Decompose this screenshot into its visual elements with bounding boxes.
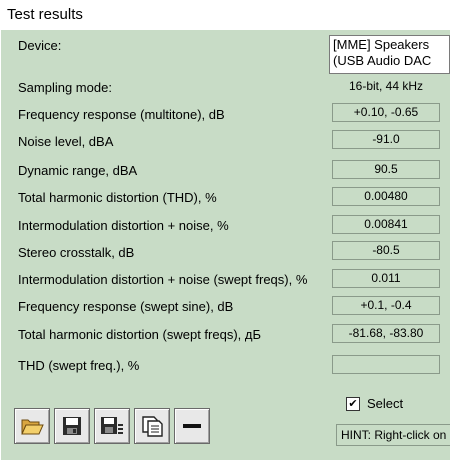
copy-button[interactable]	[134, 408, 170, 444]
row-value-imd-noise-swept: 0.011	[332, 269, 440, 288]
hint-text: HINT: Right-click on	[341, 428, 447, 442]
row-label-sampling-mode: Sampling mode:	[18, 80, 112, 95]
row-label-dynamic-range: Dynamic range, dBA	[18, 163, 138, 178]
save-report-icon	[101, 417, 123, 434]
row-value-sampling-mode: 16-bit, 44 kHz	[332, 77, 440, 96]
row-label-noise-level: Noise level, dBA	[18, 134, 114, 149]
remove-button[interactable]	[174, 408, 210, 444]
open-button[interactable]	[14, 408, 50, 444]
window-title: Test results	[7, 6, 83, 23]
row-label-stereo-crosstalk: Stereo crosstalk, dB	[18, 245, 135, 260]
row-value-dynamic-range: 90.5	[332, 160, 440, 179]
row-value-thd-swept: -81.68, -83.80	[332, 324, 440, 343]
select-label: Select	[367, 396, 404, 411]
title-bar: Test results	[0, 0, 450, 30]
row-label-imd-noise-swept: Intermodulation distortion + noise (swep…	[18, 272, 308, 287]
save-button[interactable]	[54, 408, 90, 444]
row-value-freq-response-multitone: +0.10, -0.65	[332, 103, 440, 122]
row-label-freq-response-multitone: Frequency response (multitone), dB	[18, 107, 225, 122]
row-label-imd-noise: Intermodulation distortion + noise, %	[18, 218, 229, 233]
select-checkbox[interactable]: ✔	[346, 397, 360, 411]
row-value-stereo-crosstalk: -80.5	[332, 241, 440, 260]
row-value-thd-swept-freq	[332, 355, 440, 374]
open-folder-icon	[21, 419, 44, 435]
hint-box: HINT: Right-click on	[336, 424, 450, 446]
minus-icon	[183, 424, 201, 428]
device-field[interactable]: [MME] Speakers (USB Audio DAC	[329, 35, 450, 74]
row-label-thd: Total harmonic distortion (THD), %	[18, 190, 217, 205]
save-report-button[interactable]	[94, 408, 130, 444]
device-value-line1: [MME] Speakers	[333, 37, 430, 52]
row-label-thd-swept: Total harmonic distortion (swept freqs),…	[18, 327, 261, 342]
row-value-imd-noise: 0.00841	[332, 215, 440, 234]
row-value-noise-level: -91.0	[332, 130, 440, 149]
row-label-thd-swept-freq: THD (swept freq.), %	[18, 358, 140, 373]
row-value-freq-response-swept: +0.1, -0.4	[332, 296, 440, 315]
row-label-freq-response-swept: Frequency response (swept sine), dB	[18, 299, 234, 314]
device-label: Device:	[18, 38, 62, 53]
row-value-thd: 0.00480	[332, 187, 440, 206]
save-icon	[63, 417, 81, 435]
copy-icon	[142, 416, 163, 437]
device-value-line2: (USB Audio DAC	[333, 53, 432, 68]
